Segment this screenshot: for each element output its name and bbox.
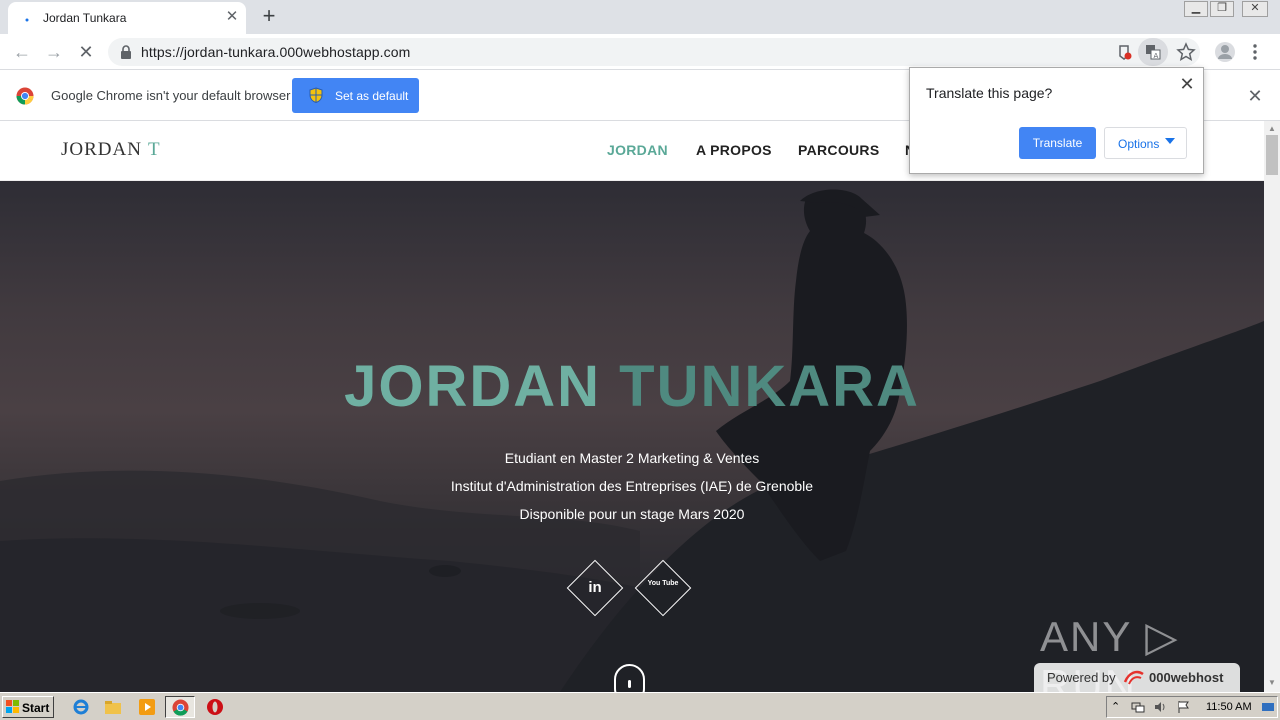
000webhost-logo-icon	[1123, 670, 1144, 685]
web-page: JORDANT JORDAN A PROPOS PARCOURS N JORDA…	[0, 121, 1264, 692]
translate-options-button[interactable]: Options	[1104, 127, 1187, 159]
minimize-button[interactable]: ▁	[1184, 1, 1208, 17]
windows-taskbar: Start ⌃ 11:50 AM	[0, 692, 1280, 720]
close-window-button[interactable]: ✕	[1242, 1, 1268, 17]
forward-icon[interactable]: →	[43, 41, 65, 63]
translate-question: Translate this page?	[926, 85, 1053, 101]
options-label: Options	[1118, 137, 1160, 151]
brand-name: JORDAN	[61, 139, 142, 160]
scroll-down-mouse-icon[interactable]	[614, 664, 645, 692]
volume-icon[interactable]	[1153, 700, 1167, 714]
powered-by-label: Powered by	[1047, 670, 1116, 685]
svg-text:A: A	[1154, 52, 1159, 60]
bookmark-star-icon[interactable]	[1176, 42, 1196, 62]
brand-initial: T	[147, 139, 161, 160]
chevron-down-icon	[1165, 138, 1175, 144]
host-name: 000webhost	[1149, 670, 1224, 685]
site-brand[interactable]: JORDAN T	[61, 139, 161, 161]
translate-popup: Translate this page? ✕ Translate Options	[909, 67, 1204, 174]
translate-button[interactable]: Translate	[1019, 127, 1096, 159]
page-favicon-icon	[25, 18, 29, 22]
nav-link-jordan[interactable]: JORDAN	[607, 142, 668, 158]
media-player-icon[interactable]	[138, 698, 156, 716]
profile-avatar-icon[interactable]	[1214, 41, 1236, 63]
taskbar-clock[interactable]: 11:50 AM	[1206, 701, 1252, 713]
internet-explorer-icon[interactable]	[72, 698, 90, 716]
hero-title-first: JORDAN	[344, 354, 602, 419]
tab-close-icon[interactable]: ✕	[224, 9, 240, 25]
action-center-flag-icon[interactable]	[1177, 700, 1191, 714]
tab-strip: Jordan Tunkara ✕ + ▁ ❐ ✕	[0, 0, 1280, 34]
lock-icon	[121, 45, 131, 59]
hero-line-availability: Disponible pour un stage Mars 2020	[519, 506, 745, 522]
infobar-close-icon[interactable]: ✕	[1246, 87, 1264, 105]
tab-title: Jordan Tunkara	[43, 11, 127, 25]
set-as-default-label: Set as default	[335, 89, 409, 103]
linkedin-icon: in	[588, 579, 602, 596]
start-label: Start	[22, 701, 50, 715]
start-button[interactable]: Start	[2, 696, 54, 718]
translate-toolbar-button[interactable]: A	[1138, 38, 1168, 66]
translate-icon: A	[1146, 45, 1161, 60]
windows-flag-icon	[6, 700, 19, 713]
browser-toolbar: ← → ✕ https://jordan-tunkara.000webhosta…	[0, 34, 1280, 70]
back-icon[interactable]: ←	[11, 41, 33, 63]
url-text: https://jordan-tunkara.000webhostapp.com	[141, 44, 411, 60]
hero-line-degree: Etudiant en Master 2 Marketing & Ventes	[504, 450, 760, 466]
stop-loading-icon[interactable]: ✕	[75, 41, 97, 63]
hero-line-school: Institut d'Administration des Entreprise…	[450, 478, 814, 494]
address-bar[interactable]: https://jordan-tunkara.000webhostapp.com…	[108, 38, 1200, 66]
restore-button[interactable]: ❐	[1210, 1, 1234, 17]
nav-link-a-propos[interactable]: A PROPOS	[696, 142, 772, 158]
scroll-up-arrow-icon[interactable]: ▲	[1268, 125, 1276, 133]
hero-title: JORDAN TUNKARA	[0, 353, 1264, 420]
chrome-logo-icon	[16, 87, 34, 105]
infobar-message: Google Chrome isn't your default browser	[51, 88, 291, 103]
set-as-default-button[interactable]: Set as default	[292, 78, 419, 113]
blocked-icon[interactable]	[1114, 42, 1134, 62]
youtube-icon: You Tube	[647, 580, 679, 587]
page-scrollbar[interactable]: ▲ ▼	[1264, 121, 1280, 692]
system-tray: ⌃ 11:50 AM	[1106, 696, 1278, 718]
browser-tab[interactable]: Jordan Tunkara ✕	[8, 2, 246, 34]
chrome-icon	[172, 699, 189, 716]
scrollbar-thumb[interactable]	[1266, 135, 1278, 175]
file-explorer-icon[interactable]	[104, 698, 122, 716]
powered-by-badge[interactable]: Powered by 000webhost	[1034, 663, 1240, 692]
uac-shield-icon	[309, 87, 323, 103]
nav-link-parcours[interactable]: PARCOURS	[798, 142, 879, 158]
show-desktop-icon[interactable]	[1261, 700, 1275, 714]
hero-title-last: TUNKARA	[619, 354, 920, 419]
chrome-taskbar-button[interactable]	[165, 696, 195, 718]
show-hidden-icons-icon[interactable]: ⌃	[1111, 700, 1125, 714]
new-tab-button[interactable]: +	[259, 5, 279, 27]
network-icon[interactable]	[1131, 700, 1145, 714]
menu-icon[interactable]	[1250, 42, 1260, 62]
translate-close-icon[interactable]: ✕	[1178, 75, 1196, 93]
opera-icon[interactable]	[206, 698, 224, 716]
